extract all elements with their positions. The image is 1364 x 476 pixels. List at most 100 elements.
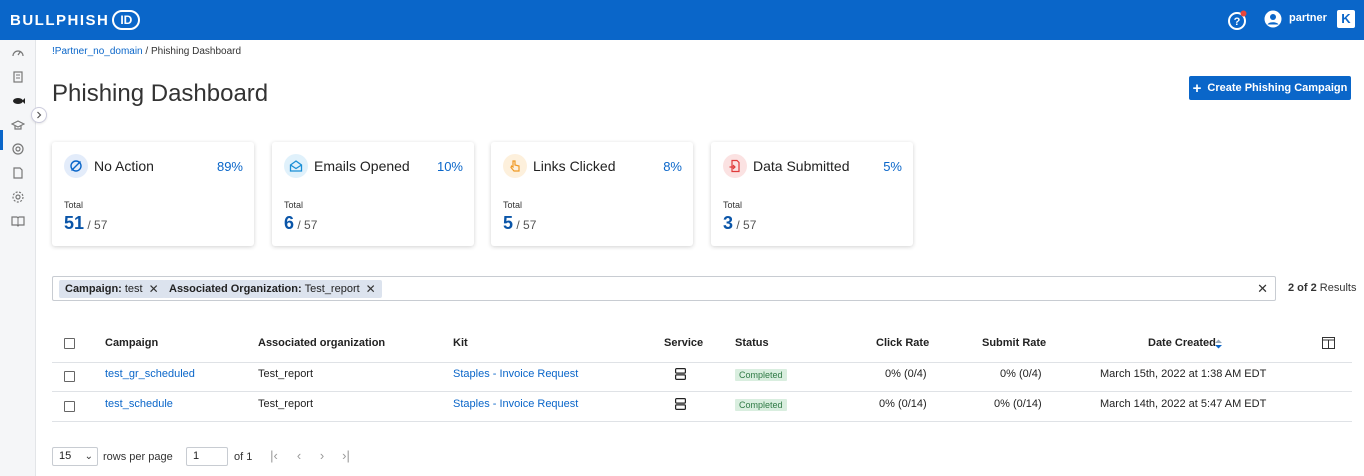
- chevron-right-icon: [37, 111, 42, 119]
- card-label: Emails Opened: [314, 158, 410, 174]
- card-total: 6 / 57: [284, 213, 317, 234]
- help-icon[interactable]: ?: [1227, 9, 1249, 31]
- card-of: / 57: [736, 218, 757, 232]
- next-page-icon[interactable]: ›: [315, 449, 329, 463]
- results-count: 2 of 2 Results: [1288, 282, 1356, 294]
- card-count: 6: [284, 213, 295, 233]
- table-header-divider: [52, 362, 1352, 363]
- breadcrumb-parent-link[interactable]: !Partner_no_domain: [52, 46, 143, 57]
- card-label: Data Submitted: [753, 158, 850, 174]
- submit-rate-cell: 0% (0/14): [994, 398, 1042, 410]
- email-opened-icon: [284, 154, 308, 178]
- rows-per-page-select[interactable]: 15 ⌄: [52, 447, 98, 466]
- email-service-icon: [675, 368, 686, 380]
- clear-filters-icon[interactable]: ✕: [1257, 281, 1268, 297]
- reports-icon[interactable]: [11, 70, 25, 84]
- create-button-label: Create Phishing Campaign: [1207, 82, 1348, 94]
- click-rate-cell: 0% (0/14): [879, 398, 927, 410]
- filter-bar[interactable]: Campaign: test ✕ Associated Organization…: [52, 276, 1276, 301]
- row-checkbox[interactable]: [64, 371, 75, 382]
- column-header-status[interactable]: Status: [735, 337, 769, 349]
- card-total-label: Total: [284, 200, 304, 210]
- plus-icon: +: [1192, 79, 1202, 97]
- logo-id-badge: ID: [112, 10, 141, 30]
- document-icon[interactable]: [11, 166, 25, 180]
- column-header-submit-rate[interactable]: Submit Rate: [982, 337, 1046, 349]
- target-icon[interactable]: [11, 142, 25, 156]
- column-header-click-rate[interactable]: Click Rate: [876, 337, 929, 349]
- bullphish-logo[interactable]: BULLPHISH ID: [10, 9, 141, 31]
- card-total-label: Total: [64, 200, 84, 210]
- filter-chip-organization[interactable]: Associated Organization: Test_report ✕: [163, 280, 382, 298]
- campaign-link[interactable]: test_gr_scheduled: [105, 368, 195, 380]
- card-label: No Action: [94, 158, 154, 174]
- submit-rate-cell: 0% (0/4): [1000, 368, 1042, 380]
- sort-descending-icon[interactable]: [1214, 339, 1223, 349]
- date-created-cell: March 14th, 2022 at 5:47 AM EDT: [1100, 398, 1267, 410]
- dashboard-gauge-icon[interactable]: [11, 46, 25, 60]
- click-rate-cell: 0% (0/4): [885, 368, 927, 380]
- column-header-campaign[interactable]: Campaign: [105, 337, 158, 349]
- column-settings-icon[interactable]: [1322, 337, 1335, 349]
- page-title: Phishing Dashboard: [52, 80, 269, 107]
- card-percent: 10%: [436, 159, 463, 174]
- chip-key: Campaign:: [65, 283, 122, 295]
- breadcrumb-current: Phishing Dashboard: [150, 46, 242, 57]
- breadcrumb-separator: /: [142, 46, 151, 57]
- close-icon[interactable]: ✕: [366, 282, 376, 296]
- stat-card-no-action: No Action 89% Total 51 / 57: [52, 142, 254, 246]
- first-page-icon[interactable]: |‹: [267, 449, 281, 463]
- top-bar: BULLPHISH ID ? partner K: [0, 0, 1364, 40]
- column-header-service[interactable]: Service: [664, 337, 703, 349]
- card-of: / 57: [516, 218, 537, 232]
- settings-gear-icon[interactable]: [11, 190, 25, 204]
- last-page-icon[interactable]: ›|: [339, 449, 353, 463]
- logo-text: BULLPHISH: [10, 11, 110, 29]
- book-icon[interactable]: [11, 214, 25, 228]
- select-all-checkbox[interactable]: [64, 338, 75, 349]
- phishing-fish-icon[interactable]: [11, 94, 25, 108]
- breadcrumb: !Partner_no_domain / Phishing Dashboard: [52, 46, 241, 57]
- kit-link[interactable]: Staples - Invoice Request: [453, 368, 578, 380]
- organization-cell: Test_report: [258, 368, 314, 380]
- card-total-label: Total: [723, 200, 743, 210]
- create-phishing-campaign-button[interactable]: + Create Phishing Campaign: [1189, 76, 1351, 100]
- card-percent: 8%: [663, 159, 682, 174]
- kaseya-logo-icon[interactable]: K: [1337, 10, 1355, 28]
- pointer-hand-icon: [503, 154, 527, 178]
- card-percent: 89%: [216, 159, 243, 174]
- card-count: 3: [723, 213, 734, 233]
- user-avatar-icon[interactable]: [1264, 10, 1282, 28]
- campaign-link[interactable]: test_schedule: [105, 398, 173, 410]
- sidebar: [0, 40, 47, 476]
- kit-link[interactable]: Staples - Invoice Request: [453, 398, 578, 410]
- column-header-kit[interactable]: Kit: [453, 337, 468, 349]
- card-total: 3 / 57: [723, 213, 756, 234]
- card-total: 5 / 57: [503, 213, 536, 234]
- page-number-input[interactable]: 1: [186, 447, 228, 466]
- filter-chip-campaign[interactable]: Campaign: test ✕: [59, 280, 165, 298]
- card-total: 51 / 57: [64, 213, 107, 234]
- user-name[interactable]: partner: [1289, 12, 1327, 24]
- column-header-date-created[interactable]: Date Created: [1148, 337, 1216, 349]
- sidebar-expand-button[interactable]: [31, 107, 47, 123]
- close-icon[interactable]: ✕: [149, 282, 159, 296]
- row-divider: [52, 421, 1352, 422]
- chip-value: Test_report: [304, 283, 360, 295]
- results-bold: 2 of 2: [1288, 282, 1317, 294]
- page-of-label: of 1: [234, 451, 253, 463]
- chip-value: test: [124, 283, 143, 295]
- training-cap-icon[interactable]: [11, 118, 25, 132]
- date-created-cell: March 15th, 2022 at 1:38 AM EDT: [1100, 368, 1267, 380]
- row-divider: [52, 391, 1352, 392]
- email-service-icon: [675, 398, 686, 410]
- results-suffix: Results: [1319, 282, 1357, 294]
- sidebar-active-indicator: [0, 130, 3, 150]
- previous-page-icon[interactable]: ‹: [292, 449, 306, 463]
- status-badge: Completed: [735, 369, 787, 381]
- stat-card-links-clicked: Links Clicked 8% Total 5 / 57: [491, 142, 693, 246]
- stat-card-emails-opened: Emails Opened 10% Total 6 / 57: [272, 142, 474, 246]
- rows-per-page-label: rows per page: [103, 451, 173, 463]
- column-header-organization[interactable]: Associated organization: [258, 337, 385, 349]
- row-checkbox[interactable]: [64, 401, 75, 412]
